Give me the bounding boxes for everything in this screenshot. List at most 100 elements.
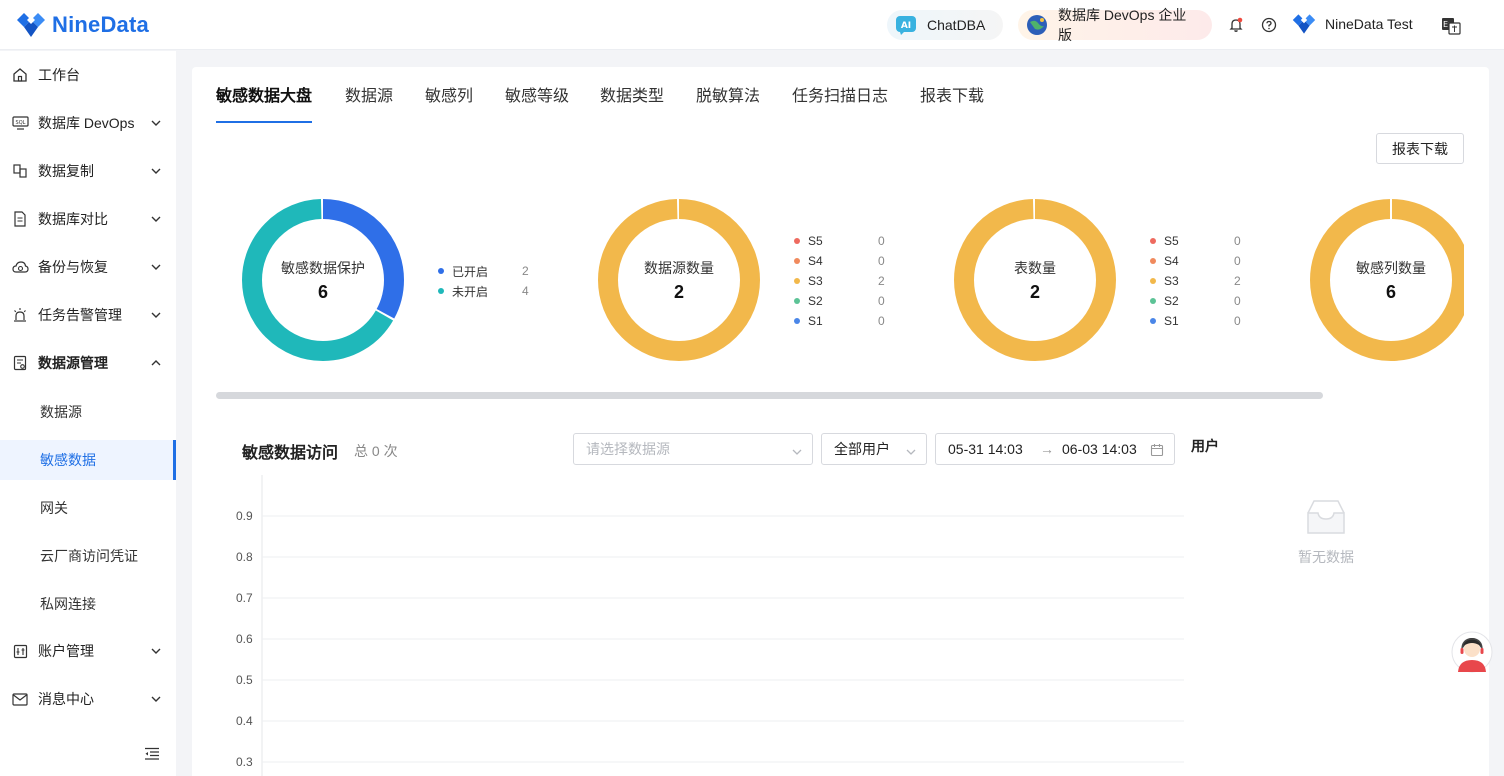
help-icon[interactable] <box>1259 15 1279 35</box>
sidebar-subitem-datasource[interactable]: 数据源 <box>0 392 176 432</box>
tab-sensitive-levels[interactable]: 敏感等级 <box>505 85 569 125</box>
tab-scan-logs[interactable]: 任务扫描日志 <box>792 85 888 125</box>
donut-title: 敏感列数量 <box>1356 260 1426 276</box>
legend-value: 4 <box>522 284 529 298</box>
sidebar-item-replication[interactable]: 数据复制 <box>0 151 176 191</box>
sidebar-subitem-private-link[interactable]: 私网连接 <box>0 584 176 624</box>
tables-donut: 表数量 2 <box>953 198 1117 362</box>
cloud-backup-icon <box>11 258 29 276</box>
empty-inbox-icon <box>1307 500 1345 534</box>
range-end[interactable]: 06-03 14:03 <box>1062 441 1137 457</box>
legend-dot <box>1150 238 1156 244</box>
tab-data-types[interactable]: 数据类型 <box>600 85 664 125</box>
sidebar-item-backup[interactable]: 备份与恢复 <box>0 247 176 287</box>
donut-total: 2 <box>673 282 684 302</box>
sidebar-item-datasource-mgmt[interactable]: 数据源管理 <box>0 343 176 383</box>
sidebar-subitem-label: 私网连接 <box>40 596 96 612</box>
legend-row-s5: S5 0 <box>1150 231 1241 251</box>
sidebar-subitem-gateway[interactable]: 网关 <box>0 488 176 528</box>
edition-button[interactable]: 数据库 DevOps 企业版 <box>1018 7 1212 43</box>
access-count: 总 0 次 <box>354 443 398 459</box>
datasource-select[interactable]: 请选择数据源 <box>573 433 813 465</box>
home-icon <box>11 66 29 84</box>
horizontal-scrollbar[interactable] <box>216 392 1323 399</box>
tables-donut-chart <box>954 199 1116 361</box>
sidebar-item-label: 数据源管理 <box>38 355 108 371</box>
protection-donut-chart <box>242 199 404 361</box>
chatdba-button[interactable]: AI ChatDBA <box>887 10 1003 40</box>
legend-dot <box>438 288 444 294</box>
report-download-button[interactable]: 报表下载 <box>1376 133 1464 164</box>
main-card: 敏感数据大盘 数据源 敏感列 敏感等级 数据类型 脱敏算法 任务扫描日志 报表下… <box>192 67 1489 776</box>
sidebar-item-label: 消息中心 <box>38 691 94 707</box>
user-menu[interactable]: NineData Test <box>1292 12 1413 36</box>
legend-dot <box>794 298 800 304</box>
sidebar-subitem-sensitive-data[interactable]: 敏感数据 <box>0 440 176 480</box>
y-tick-label: 0.4 <box>236 714 253 728</box>
user-filter-select[interactable]: 全部用户 <box>821 433 927 465</box>
support-avatar-icon[interactable] <box>1451 630 1493 674</box>
legend-value: 0 <box>878 254 885 268</box>
legend-row-s3: S3 2 <box>794 271 885 291</box>
chevron-up-icon <box>150 357 162 369</box>
legend-dot <box>438 268 444 274</box>
columns-donut-ring <box>1310 199 1464 361</box>
legend-row-s5: S5 0 <box>794 231 885 251</box>
donut-segment-S3[interactable] <box>598 199 760 361</box>
range-start[interactable]: 05-31 14:03 <box>948 441 1023 457</box>
tab-sensitive-columns[interactable]: 敏感列 <box>425 85 473 125</box>
tab-report-download[interactable]: 报表下载 <box>920 85 984 125</box>
sidebar-item-label: 数据复制 <box>38 163 94 179</box>
tab-datasource[interactable]: 数据源 <box>345 85 393 125</box>
mail-icon <box>11 690 29 708</box>
legend-row-s1: S1 0 <box>794 311 885 331</box>
datasource-icon <box>11 354 29 372</box>
legend-row-s3: S3 2 <box>1150 271 1241 291</box>
sidebar-item-label: 工作台 <box>38 67 80 83</box>
empty-text: 暂无数据 <box>1298 549 1354 565</box>
legend-dot <box>794 238 800 244</box>
donut-total: 6 <box>1385 282 1396 302</box>
datasource-donut: 数据源数量 2 <box>597 198 761 362</box>
legend-value: 0 <box>878 234 885 248</box>
sidebar-subitem-cloud-credential[interactable]: 云厂商访问凭证 <box>0 536 176 576</box>
access-chart-svg: 0.9 0.8 0.7 0.6 0.5 0.4 0.3 <box>236 475 1184 776</box>
calendar-icon <box>1150 443 1164 460</box>
brand-name: NineData <box>52 12 149 37</box>
sidebar-item-account[interactable]: 账户管理 <box>0 631 176 671</box>
account-icon <box>11 642 29 660</box>
chevron-down-icon <box>150 117 162 129</box>
globe-icon <box>1026 14 1048 36</box>
empty-state: 暂无数据 <box>1296 495 1356 575</box>
sidebar-item-devops[interactable]: SQL 数据库 DevOps <box>0 103 176 143</box>
y-tick-label: 0.3 <box>236 755 253 769</box>
tab-dashboard[interactable]: 敏感数据大盘 <box>216 85 313 125</box>
columns-donut-clip: 敏感列数量 6 <box>1302 187 1464 377</box>
alarm-icon <box>11 306 29 324</box>
brand-logo[interactable]: NineData <box>16 11 149 39</box>
donut-title: 表数量 <box>1014 260 1056 276</box>
donut-segment-S3[interactable] <box>954 199 1116 361</box>
donut-title: 敏感数据保护 <box>281 260 365 276</box>
sidebar-item-alarm[interactable]: 任务告警管理 <box>0 295 176 335</box>
collapse-sidebar-icon[interactable] <box>144 747 162 763</box>
tab-masking-algorithms[interactable]: 脱敏算法 <box>696 85 760 125</box>
sidebar-item-messages[interactable]: 消息中心 <box>0 679 176 719</box>
sidebar-item-compare[interactable]: 数据库对比 <box>0 199 176 239</box>
notification-bell-icon[interactable] <box>1226 15 1246 35</box>
sidebar-item-label: 任务告警管理 <box>38 307 122 323</box>
sidebar-subitem-label: 数据源 <box>40 404 82 420</box>
svg-text:SQL: SQL <box>15 120 25 126</box>
language-switch-icon[interactable]: En <box>1441 16 1461 36</box>
legend-name: 未开启 <box>452 284 489 299</box>
sidebar-item-workbench[interactable]: 工作台 <box>0 55 176 95</box>
sidebar-item-label: 账户管理 <box>38 643 94 659</box>
y-tick-label: 0.5 <box>236 673 253 687</box>
date-range-picker[interactable]: 05-31 14:03 → 06-03 14:03 <box>935 433 1175 465</box>
legend-name: 已开启 <box>452 264 489 279</box>
chevron-down-icon <box>906 444 916 460</box>
datasource-select-placeholder: 请选择数据源 <box>586 441 670 457</box>
ninedata-logo-icon <box>17 13 45 37</box>
top-header: NineData AI ChatDBA 数据库 DevOps 企业版 NineD… <box>0 0 1504 50</box>
legend-dot <box>1150 298 1156 304</box>
